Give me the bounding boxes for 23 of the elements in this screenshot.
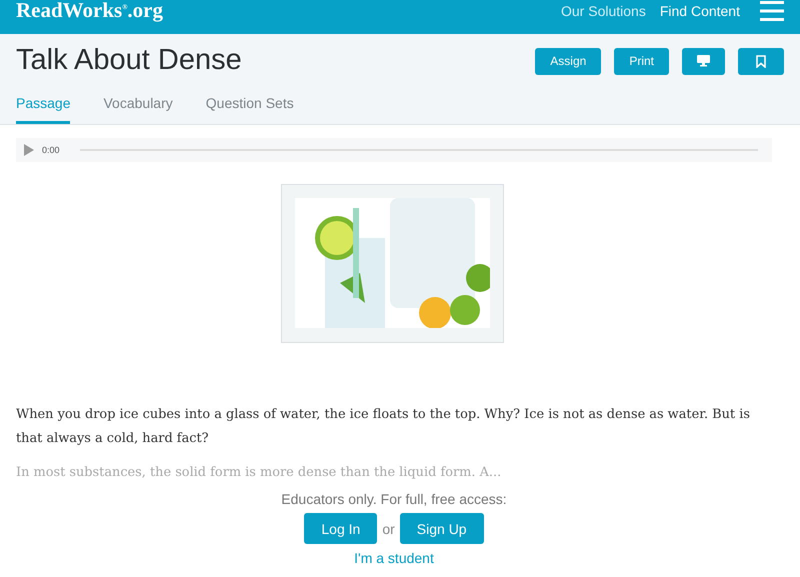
play-icon[interactable]	[24, 144, 34, 156]
bookmark-icon	[756, 54, 766, 68]
bookmark-button[interactable]	[738, 48, 784, 74]
nav-link[interactable]: Our Solutions	[561, 3, 646, 19]
passage-paragraph: When you drop ice cubes into a glass of water, the ice floats to the top. Why? Ice is not as dense as water. But is that always a cold, hard fact?	[16, 406, 751, 448]
signup-button[interactable]: Sign Up	[400, 513, 484, 544]
audio-time: 0:00	[42, 145, 60, 155]
tab[interactable]: Question Sets	[206, 95, 294, 124]
nav-link[interactable]: Find Content	[660, 3, 740, 19]
tab[interactable]: Passage	[16, 95, 70, 124]
menu-icon[interactable]	[760, 1, 784, 21]
monitor-button[interactable]	[682, 48, 725, 74]
student-link[interactable]: I'm a student	[354, 550, 434, 566]
logo-link[interactable]: ReadWorks$^{®}$.org	[16, 0, 163, 22]
action-button[interactable]: Print	[614, 48, 669, 74]
tab[interactable]: Vocabulary	[103, 95, 173, 124]
action-button[interactable]: Assign	[535, 48, 602, 74]
login-button[interactable]: Log In	[304, 513, 378, 544]
passage-paragraph: In most substances, the solid form is more dense than the liquid form. A...	[16, 464, 502, 482]
page-title: Talk About Dense	[16, 44, 242, 76]
or-label: or	[382, 520, 395, 536]
monitor-icon	[697, 55, 710, 67]
access-prompt: Educators only. For full, free access:	[281, 491, 507, 507]
